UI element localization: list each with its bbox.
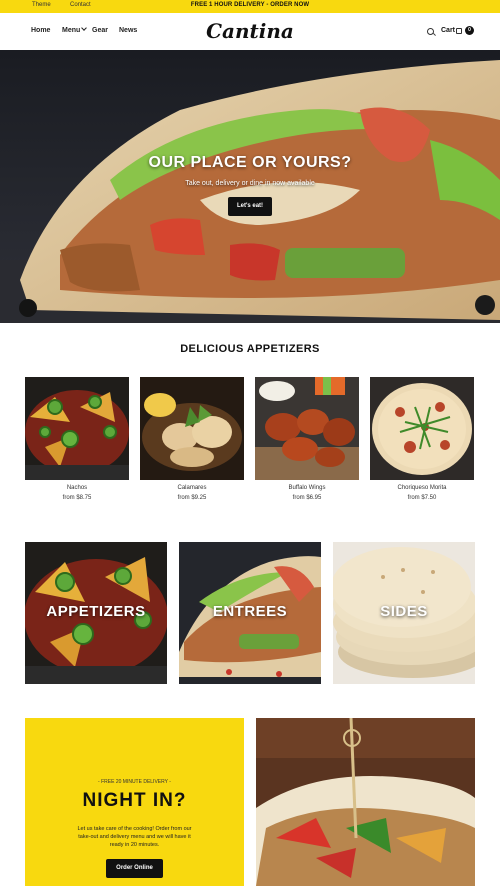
site-header: Home Menu Gear News Cantina Cart 0 (0, 13, 500, 50)
product-card-buffalo-wings[interactable]: Buffalo Wings from $6.95 (255, 377, 359, 501)
product-name[interactable]: Buffalo Wings (255, 485, 359, 491)
cart-bag-icon[interactable] (456, 28, 462, 34)
promo-text: Let us take care of the cooking! Order f… (77, 826, 192, 848)
product-price: from $6.95 (292, 495, 322, 501)
fajitas-image (256, 718, 475, 886)
announcement-bar: Theme Contact FREE 1 HOUR DELIVERY - ORD… (0, 0, 500, 13)
product-card-calamares[interactable]: Calamares from $9.25 (140, 377, 244, 501)
product-price: from $9.25 (177, 495, 207, 501)
cart-count-badge: 0 (465, 26, 474, 35)
product-name[interactable]: Calamares (140, 485, 244, 491)
product-price: from $7.50 (407, 495, 437, 501)
collection-sides[interactable]: SIDES (333, 542, 475, 684)
product-name[interactable]: Nachos (25, 485, 129, 491)
product-name[interactable]: Choriqueso Morita (370, 485, 474, 491)
collection-entrees[interactable]: ENTREES (179, 542, 321, 684)
product-card-choriqueso-morita[interactable]: Choriqueso Morita from $7.50 (370, 377, 474, 501)
collection-appetizers[interactable]: APPETIZERS (25, 542, 167, 684)
hero-banner: OUR PLACE OR YOURS? Take out, delivery o… (0, 50, 500, 323)
nachos-image[interactable] (25, 377, 129, 480)
lets-eat-button[interactable]: Let's eat! (228, 197, 272, 216)
night-in-promo: - FREE 20 MINUTE DELIVERY - NIGHT IN? Le… (25, 718, 244, 886)
collection-label: ENTREES (212, 603, 288, 620)
order-online-button[interactable]: Order Online (106, 859, 163, 878)
product-card-nachos[interactable]: Nachos from $8.75 (25, 377, 129, 501)
site-logo[interactable]: Cantina (0, 19, 500, 43)
delivery-promo-link[interactable]: FREE 1 HOUR DELIVERY - ORDER NOW (0, 2, 500, 8)
promo-kicker: - FREE 20 MINUTE DELIVERY - (98, 779, 171, 785)
hero-subtitle: Take out, delivery or dine in now availa… (185, 180, 315, 187)
promo-title: NIGHT IN? (82, 790, 187, 811)
product-price: from $8.75 (62, 495, 92, 501)
cart-link[interactable]: Cart (441, 27, 455, 34)
collection-label: SIDES (380, 603, 428, 620)
buffalo-wings-image[interactable] (255, 377, 359, 480)
search-icon[interactable] (427, 28, 434, 35)
hero-title: OUR PLACE OR YOURS? (148, 154, 352, 171)
calamares-image[interactable] (140, 377, 244, 480)
collection-label: APPETIZERS (46, 603, 146, 620)
choriqueso-image[interactable] (370, 377, 474, 480)
appetizers-heading: DELICIOUS APPETIZERS (180, 343, 320, 355)
